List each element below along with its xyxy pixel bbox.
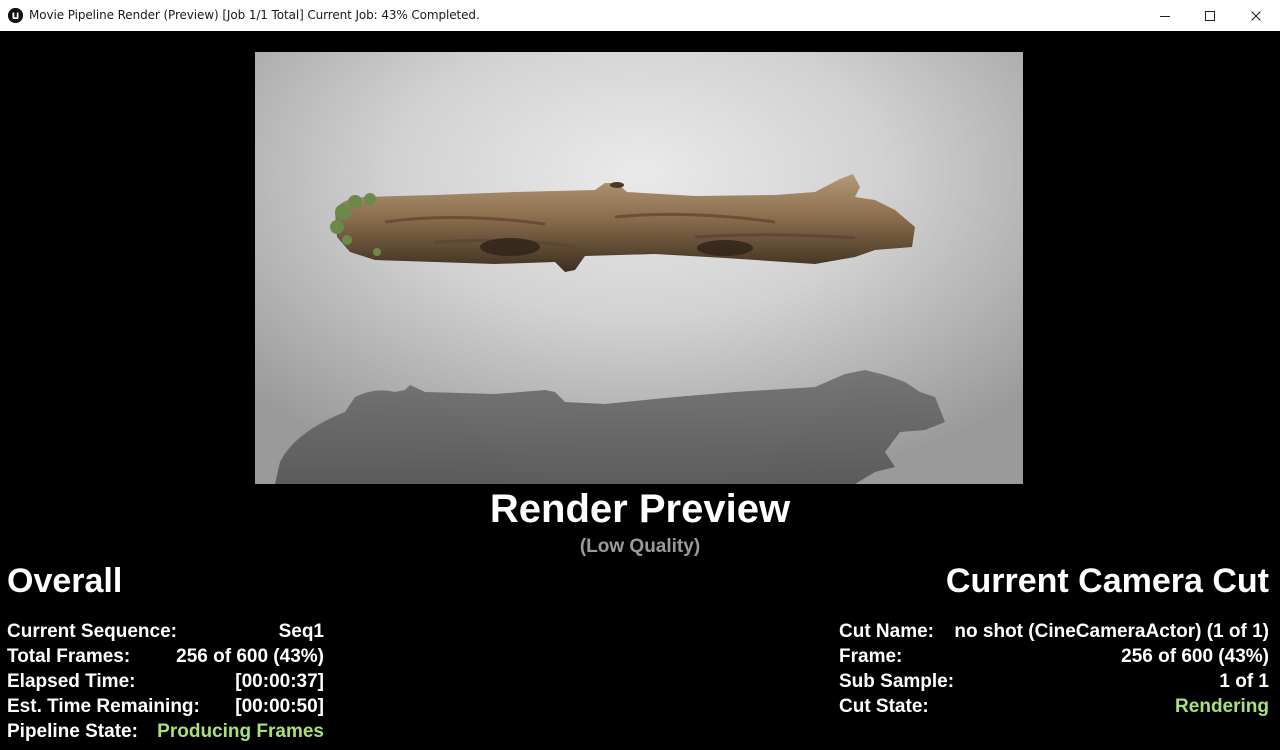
elapsed-time-value: [00:00:37]: [235, 671, 324, 692]
minimize-icon: [1160, 15, 1170, 17]
window-titlebar: Movie Pipeline Render (Preview) [Job 1/1…: [0, 0, 1280, 31]
sub-sample-label: Sub Sample:: [839, 671, 955, 692]
camera-cut-section-title: Current Camera Cut: [945, 562, 1269, 600]
sub-sample-value: 1 of 1: [1219, 671, 1269, 692]
log-shadow: [275, 370, 945, 484]
elapsed-time-label: Elapsed Time:: [7, 671, 136, 692]
unreal-engine-icon: [8, 8, 23, 23]
current-sequence-label: Current Sequence:: [7, 621, 177, 642]
maximize-button[interactable]: [1187, 0, 1233, 31]
cut-state-label: Cut State:: [839, 696, 929, 717]
close-icon: [1251, 10, 1261, 21]
total-frames-value: 256 of 600 (43%): [176, 646, 324, 667]
current-sequence-value: Seq1: [278, 621, 324, 642]
cut-state-value: Rendering: [1175, 696, 1269, 717]
frame-value: 256 of 600 (43%): [1121, 646, 1269, 667]
render-preview-image: [255, 52, 1023, 484]
pipeline-state-label: Pipeline State:: [7, 721, 138, 742]
close-button[interactable]: [1233, 0, 1279, 31]
preview-quality-label: (Low Quality): [579, 536, 701, 557]
pipeline-state-value: Producing Frames: [157, 721, 324, 742]
total-frames-label: Total Frames:: [7, 646, 131, 667]
window-title: Movie Pipeline Render (Preview) [Job 1/1…: [29, 8, 480, 22]
maximize-icon: [1205, 10, 1215, 21]
tree-log: [335, 174, 915, 272]
cut-name-label: Cut Name:: [839, 621, 935, 642]
time-remaining-label: Est. Time Remaining:: [7, 696, 200, 717]
time-remaining-value: [00:00:50]: [235, 696, 324, 717]
minimize-button[interactable]: [1142, 0, 1188, 31]
frame-label: Frame:: [839, 646, 903, 667]
preview-title: Render Preview: [489, 487, 791, 531]
cut-name-value: no shot (CineCameraActor) (1 of 1): [954, 621, 1269, 642]
overall-section-title: Overall: [7, 562, 123, 600]
